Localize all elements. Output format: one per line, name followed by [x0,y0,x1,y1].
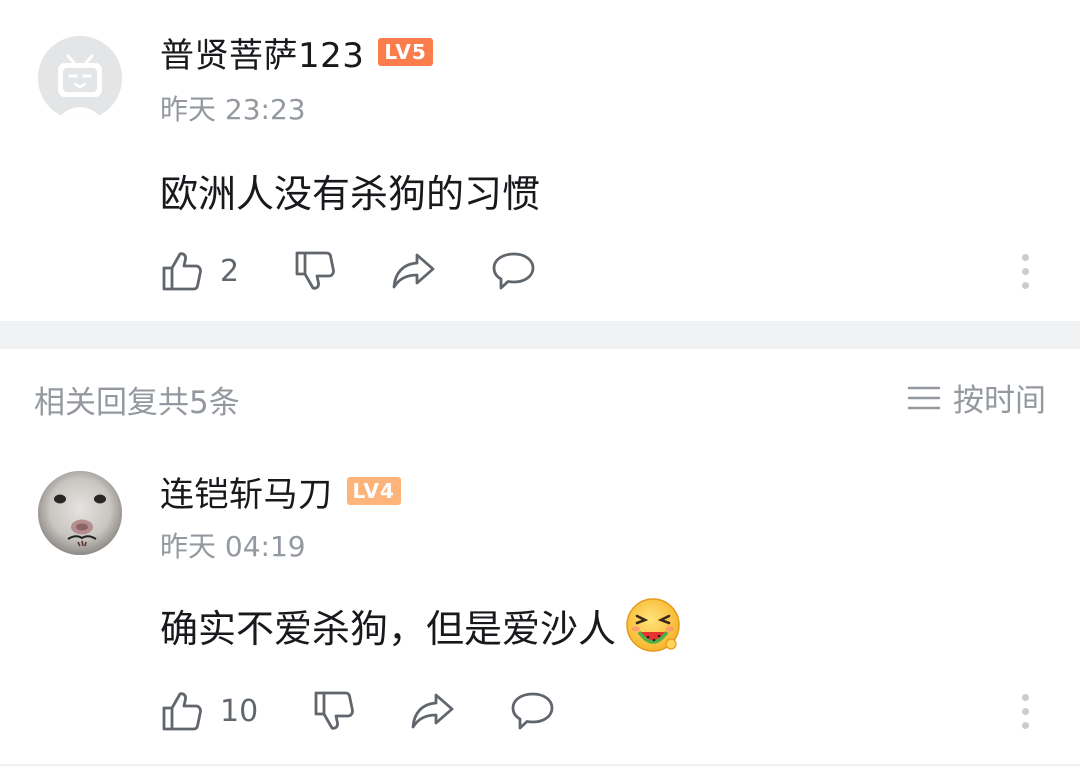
username[interactable]: 连铠斩马刀 [160,467,333,516]
more-dot [1021,693,1029,701]
share-icon [411,693,454,729]
comment-timestamp: 昨天 04:19 [160,530,306,563]
level-badge: LV5 [378,38,433,66]
dislike-button[interactable] [312,689,356,733]
like-button[interactable]: 2 [160,249,239,293]
more-dot [1021,707,1029,715]
more-button[interactable] [1010,248,1040,294]
share-icon [392,253,435,289]
comment-text-body: 确实不爱杀狗，但是爱沙人 [160,606,617,651]
comment-timestamp: 昨天 23:23 [160,93,306,126]
username-row: 连铠斩马刀 LV4 [160,471,401,515]
reply-comment: 连铠斩马刀 LV4 昨天 04:19 确实不爱杀狗，但是爱沙人 10 [0,445,1080,765]
more-dot [1021,253,1029,261]
main-comment: 普贤菩萨123 LV5 昨天 23:23 欧洲人没有杀狗的习惯 2 [0,0,1080,321]
section-divider [0,321,1080,349]
watermelon-face-emoji [624,596,682,654]
sort-toggle[interactable]: 按时间 [907,375,1046,420]
level-badge: LV4 [346,477,401,505]
comment-icon [511,692,554,730]
dislike-icon [295,251,335,290]
username-row: 普贤菩萨123 LV5 [160,32,433,76]
comment-button[interactable] [491,249,537,293]
comment-text: 确实不爱杀狗，但是爱沙人 [160,596,682,654]
like-count: 10 [220,693,259,729]
more-dot [1021,267,1029,275]
comment-button[interactable] [510,689,556,733]
more-dot [1021,281,1029,289]
replies-header: 相关回复共5条 按时间 [0,349,1080,445]
sort-lines-icon [907,386,941,409]
like-count: 2 [220,253,240,289]
more-dot [1021,721,1029,729]
dog-photo-avatar [38,471,122,555]
comment-text: 欧洲人没有杀狗的习惯 [160,166,540,216]
like-button[interactable]: 10 [160,689,258,733]
dislike-button[interactable] [293,249,337,293]
like-icon [162,252,202,291]
username[interactable]: 普贤菩萨123 [160,28,364,77]
replies-count: 相关回复共5条 [34,385,240,421]
comment-text-body: 欧洲人没有杀狗的习惯 [160,171,541,216]
share-button[interactable] [391,249,437,293]
bottom-divider [0,764,1080,766]
sort-label: 按时间 [953,383,1046,419]
share-button[interactable] [410,689,456,733]
more-button[interactable] [1010,688,1040,734]
user-avatar[interactable] [38,36,122,120]
tv-mascot-icon [38,36,122,120]
like-icon [162,692,202,731]
comment-actions: 10 [160,688,556,734]
comment-actions: 2 [160,248,537,294]
user-avatar[interactable] [38,471,122,555]
comment-icon [492,252,535,290]
dislike-icon [314,691,355,730]
